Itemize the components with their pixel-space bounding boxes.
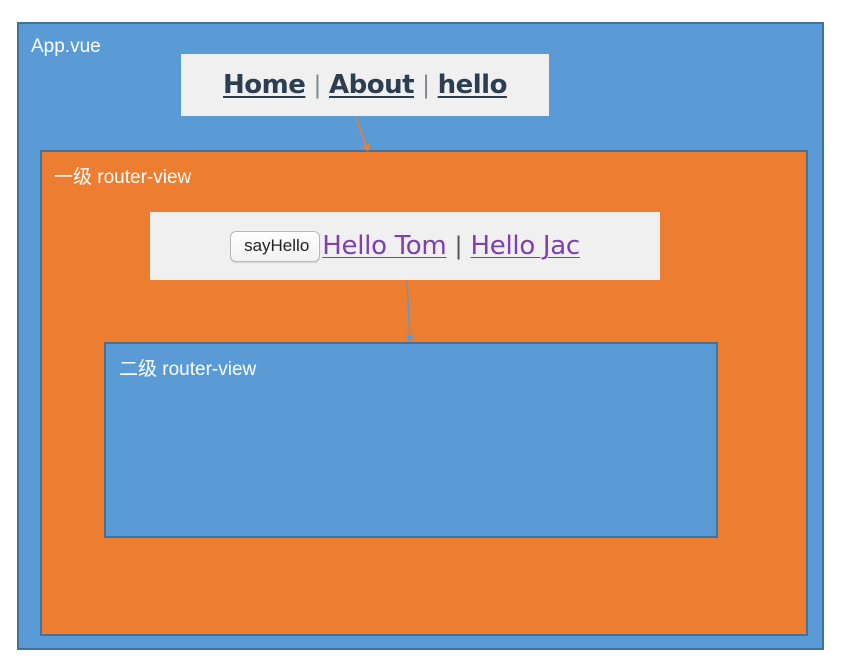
nav-link-about[interactable]: About xyxy=(329,70,415,100)
level2-router-view-label: 二级 router-view xyxy=(119,359,257,380)
nav-separator: | xyxy=(422,71,430,99)
nav-separator: | xyxy=(313,71,321,99)
nav-link-hello-jac[interactable]: Hello Jac xyxy=(471,231,581,261)
nav-link-hello-tom[interactable]: Hello Tom xyxy=(322,231,446,261)
nav-separator: | xyxy=(454,232,463,260)
level1-router-view-label: 一级 router-view xyxy=(54,167,192,188)
app-vue-label: App.vue xyxy=(31,36,101,57)
nav-link-hello[interactable]: hello xyxy=(438,70,508,100)
say-hello-button[interactable]: sayHello xyxy=(230,230,321,262)
sub-nav-panel: sayHello Hello Tom | Hello Jac xyxy=(150,212,660,280)
top-nav-panel: Home | About | hello xyxy=(181,54,549,116)
nav-link-home[interactable]: Home xyxy=(223,70,306,100)
